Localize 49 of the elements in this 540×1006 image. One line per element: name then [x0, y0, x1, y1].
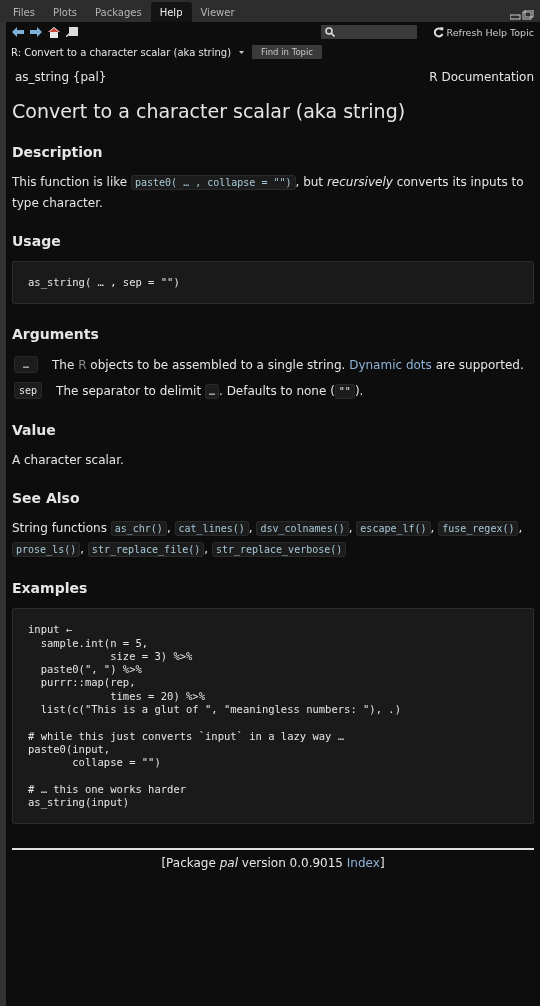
- tab[interactable]: Files: [4, 2, 44, 22]
- tab[interactable]: Viewer: [191, 2, 244, 22]
- paragraph: A character scalar.: [12, 452, 125, 470]
- section-heading: Value: [12, 422, 57, 439]
- inline-code: cat_lines(): [174, 521, 249, 537]
- inline-code: "": [334, 383, 355, 399]
- tab[interactable]: Help: [150, 2, 192, 22]
- argument-description: The R objects to be assembled to a single string. Dynamic dots are supported.: [52, 357, 524, 372]
- find-in-topic-button[interactable]: Find in Topic: [252, 45, 323, 59]
- paragraph: String functions as_chr() , cat_lines() , dsv_colnames() , escape_lf() , fuse_regex() , prose_ls() , str_replace_file() , str_replace_verbose(): [12, 520, 524, 560]
- package-name: as_string {pal}: [15, 70, 107, 84]
- section-heading: Examples: [12, 580, 89, 597]
- package-footer: [Package pal version 0.0.9015 Index]: [161, 856, 385, 871]
- page-title: Convert to a character scalar (aka string): [12, 100, 407, 122]
- popout-icon[interactable]: [66, 27, 78, 37]
- section-heading: See Also: [12, 490, 81, 507]
- window-controls-icon[interactable]: [510, 10, 534, 20]
- search-icon: [324, 27, 335, 37]
- refresh-button[interactable]: Refresh Help Topic: [432, 26, 534, 38]
- section-heading: Usage: [12, 233, 62, 249]
- inline-code: paste0( … , collapse = ""): [130, 175, 296, 190]
- inline-code: escape_lf(): [356, 521, 431, 537]
- inline-code: as_chr(): [110, 521, 167, 537]
- inline-code: …: [204, 383, 219, 399]
- code-block: as_string( … , sep = ""): [12, 261, 534, 305]
- topic-dropdown[interactable]: R: Convert to a character scalar (aka string): [11, 46, 232, 58]
- section-heading: Arguments: [12, 326, 100, 343]
- link[interactable]: Dynamic dots: [349, 357, 432, 372]
- argument-name: …: [14, 356, 38, 374]
- search-field[interactable]: [320, 25, 417, 39]
- forward-arrow-icon[interactable]: [30, 27, 42, 37]
- argument-description: The separator to delimit … . Defaults to none ( "" ).: [56, 383, 364, 398]
- documentation-label: R Documentation: [429, 70, 534, 84]
- section-heading: Description: [12, 144, 104, 160]
- inline-code: str_replace_file(): [87, 542, 205, 558]
- tab[interactable]: Packages: [86, 2, 151, 22]
- tab[interactable]: Plots: [43, 2, 86, 22]
- back-arrow-icon[interactable]: [12, 27, 24, 37]
- refresh-icon: [432, 26, 444, 38]
- paragraph: This function is like paste0( … , collapse = "") , but recursively converts its inputs to type character.: [12, 174, 525, 212]
- inline-code: prose_ls(): [12, 542, 81, 558]
- link[interactable]: Index: [346, 856, 380, 871]
- argument-name: sep: [14, 382, 43, 400]
- inline-code: fuse_regex(): [438, 521, 519, 537]
- inline-code: dsv_colnames(): [256, 521, 349, 537]
- code-block: input ← sample.int(n = 5, size = 3) %>% paste0(", ") %>% purrr::map(rep, times = 20) %>% list(c("This is a glut of ", "meaningless numbers: "), .) # while this just converts `input` in a lazy way … paste0(input, collapse = "") # … this one works harder as_string(input): [12, 608, 534, 825]
- home-icon[interactable]: [48, 26, 60, 38]
- inline-code: str_replace_verbose(): [211, 542, 347, 558]
- caret-icon[interactable]: [239, 50, 245, 54]
